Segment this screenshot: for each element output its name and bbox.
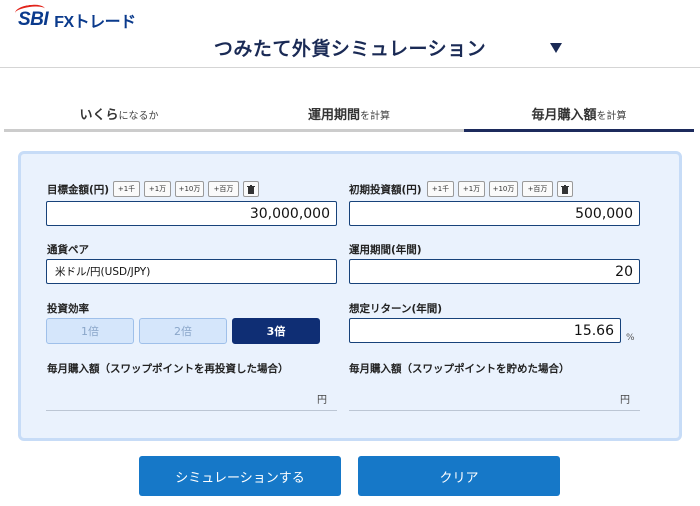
tab-how-much-main: いくら xyxy=(79,108,119,123)
tab-period-main: 運用期間 xyxy=(307,108,360,123)
period-input[interactable]: 20 xyxy=(349,259,640,284)
currency-pair-select[interactable]: 米ドル/円(USD/JPY) xyxy=(46,259,337,284)
expected-return-input[interactable]: 15.66 xyxy=(349,318,621,343)
result-reinvest-label: 毎月購入額（スワップポイントを再投資した場合） xyxy=(47,363,289,375)
initial-clear-trash-icon[interactable] xyxy=(557,181,573,197)
target-clear-trash-icon[interactable] xyxy=(243,181,259,197)
initial-add-100k-button[interactable]: +10万 xyxy=(489,181,518,197)
tab-how-much-sub: になるか xyxy=(118,111,159,122)
result-reinvest-unit: 円 xyxy=(317,395,327,406)
tab-period-sub: を計算 xyxy=(360,111,390,122)
target-add-10k-button[interactable]: +1万 xyxy=(144,181,171,197)
clear-button[interactable]: クリア xyxy=(358,456,560,496)
target-amount-label: 目標金額(円) xyxy=(47,184,110,196)
initial-investment-input[interactable]: 500,000 xyxy=(349,201,640,226)
initial-add-1k-button[interactable]: +1千 xyxy=(427,181,454,197)
title-dropdown-caret-icon[interactable] xyxy=(550,43,562,53)
result-saved-label: 毎月購入額（スワップポイントを貯めた場合） xyxy=(349,363,570,375)
page-title: つみたて外貨シミュレーション xyxy=(213,38,487,60)
currency-pair-label: 通貨ペア xyxy=(47,244,89,256)
tab-monthly-purchase-sub: を計算 xyxy=(596,111,627,122)
expected-return-label: 想定リターン(年間) xyxy=(349,303,443,315)
tab-period[interactable]: 運用期間を計算 xyxy=(234,96,464,132)
result-reinvest-value-line xyxy=(46,410,337,411)
logo-fx-text: FXトレード xyxy=(54,14,136,31)
expected-return-unit: % xyxy=(626,333,635,343)
tab-monthly-purchase-main: 毎月購入額 xyxy=(531,108,597,123)
initial-investment-label: 初期投資額(円) xyxy=(349,184,422,196)
period-label: 運用期間(年間) xyxy=(349,244,422,256)
tab-how-much[interactable]: いくらになるか xyxy=(4,96,234,132)
header-divider xyxy=(0,67,700,68)
target-add-1k-button[interactable]: +1千 xyxy=(113,181,140,197)
tab-monthly-purchase[interactable]: 毎月購入額を計算 xyxy=(464,96,694,132)
logo-sbi-text: SBI xyxy=(14,2,49,31)
simulation-form-panel: 目標金額(円) +1千 +1万 +10万 +百万 30,000,000 初期投資… xyxy=(18,151,682,441)
efficiency-1x-button[interactable]: 1倍 xyxy=(46,318,134,344)
efficiency-3x-button[interactable]: 3倍 xyxy=(232,318,320,344)
sbi-fx-logo: SBI FXトレード xyxy=(14,2,136,31)
initial-add-10k-button[interactable]: +1万 xyxy=(458,181,485,197)
result-saved-value-line xyxy=(349,410,640,411)
target-add-100k-button[interactable]: +10万 xyxy=(175,181,204,197)
result-saved-unit: 円 xyxy=(620,395,630,406)
target-amount-input[interactable]: 30,000,000 xyxy=(46,201,337,226)
target-add-1m-button[interactable]: +百万 xyxy=(208,181,239,197)
calculation-tabs: いくらになるか 運用期間を計算 毎月購入額を計算 xyxy=(4,96,694,132)
initial-add-1m-button[interactable]: +百万 xyxy=(522,181,553,197)
efficiency-2x-button[interactable]: 2倍 xyxy=(139,318,227,344)
efficiency-label: 投資効率 xyxy=(47,303,89,315)
simulate-button[interactable]: シミュレーションする xyxy=(139,456,341,496)
